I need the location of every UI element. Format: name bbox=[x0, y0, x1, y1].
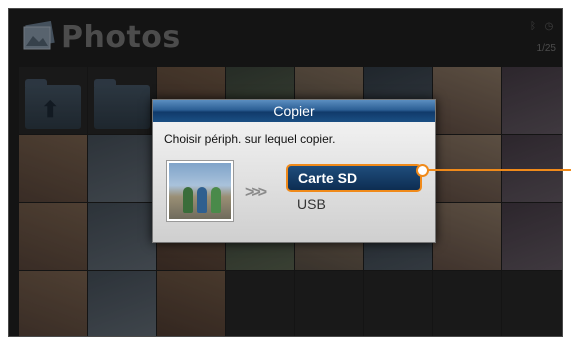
selected-photo-thumbnail bbox=[166, 160, 234, 222]
thumbnail-figure bbox=[211, 187, 221, 213]
photos-screen: Photos ᛒ ◷ 1/25 ⬆ Copier Choisir périph.… bbox=[8, 8, 563, 337]
thumbnail-figure bbox=[197, 187, 207, 213]
thumbnail-figure bbox=[183, 187, 193, 213]
dialog-title: Copier bbox=[153, 100, 435, 122]
arrow-icon: >>> bbox=[245, 184, 267, 201]
option-usb[interactable]: USB bbox=[297, 196, 326, 212]
copy-dialog: Copier Choisir périph. sur lequel copier… bbox=[152, 99, 436, 243]
callout-line bbox=[427, 169, 571, 171]
dialog-prompt: Choisir périph. sur lequel copier. bbox=[164, 132, 336, 146]
option-carte-sd[interactable]: Carte SD bbox=[286, 164, 422, 192]
